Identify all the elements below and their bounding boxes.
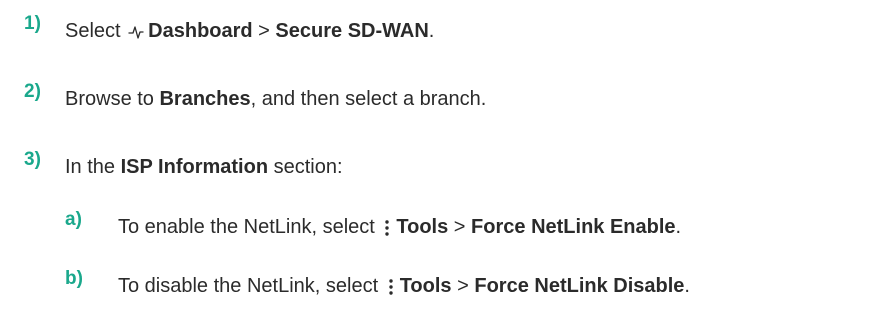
more-vertical-icon: [386, 277, 396, 297]
menu-item-tools: Tools: [396, 216, 449, 238]
step-suffix: .: [428, 20, 435, 42]
menu-item-force-netlink-disable: Force NetLink Disable: [474, 275, 685, 297]
step-number: 3): [24, 149, 41, 170]
path-separator: >: [451, 275, 475, 297]
step-prefix: To disable the NetLink, select: [118, 275, 384, 297]
step-suffix: , and then select a branch.: [250, 88, 487, 110]
menu-item-dashboard: Dashboard: [148, 20, 253, 42]
substep-letter: a): [65, 209, 82, 230]
menu-item-branches: Branches: [159, 88, 251, 110]
step-prefix: Select: [65, 20, 127, 42]
menu-item-force-netlink-enable: Force NetLink Enable: [471, 216, 676, 238]
step-suffix: .: [684, 275, 690, 297]
step-suffix: section:: [268, 156, 343, 178]
step-number: 1): [24, 13, 41, 34]
path-separator: >: [448, 216, 472, 238]
more-vertical-icon: [382, 218, 392, 238]
menu-item-secure-sd-wan: Secure SD-WAN: [275, 20, 429, 42]
step-prefix: In the: [65, 156, 121, 178]
activity-pulse-icon: [128, 23, 144, 41]
step-text: In the ISP Information section:: [65, 152, 343, 182]
step-text: Browse to Branches, and then select a br…: [65, 84, 486, 114]
section-isp-information: ISP Information: [120, 156, 269, 178]
step-prefix: Browse to: [65, 88, 160, 110]
substep-letter: b): [65, 268, 83, 289]
step-number: 2): [24, 81, 41, 102]
step-suffix: .: [675, 216, 682, 238]
substep-text: To enable the NetLink, select Tools > Fo…: [118, 212, 681, 242]
path-separator: >: [252, 20, 276, 42]
step-text: Select Dashboard > Secure SD-WAN.: [65, 16, 434, 46]
substep-text: To disable the NetLink, select Tools > F…: [118, 271, 690, 301]
menu-item-tools: Tools: [399, 275, 452, 297]
step-prefix: To enable the NetLink, select: [118, 216, 381, 238]
